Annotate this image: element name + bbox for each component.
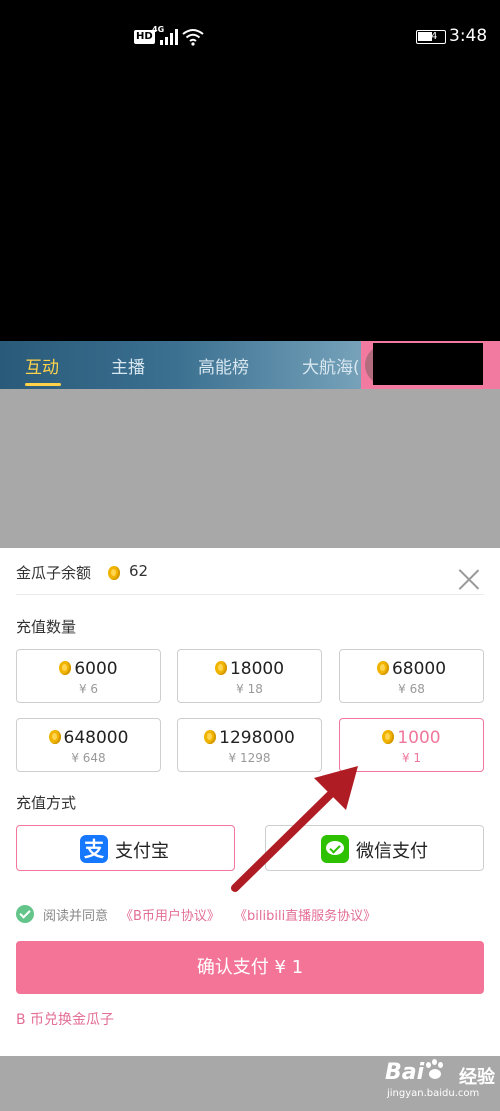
balance-value: 62: [129, 562, 149, 580]
recharge-option-18000[interactable]: 18000 ¥ 18: [177, 649, 322, 703]
dim-overlay[interactable]: [0, 389, 500, 548]
option-amount: 68000: [391, 659, 447, 679]
tab-interaction[interactable]: 互动: [25, 353, 59, 378]
alipay-option[interactable]: 支 支付宝: [16, 825, 235, 871]
recharge-option-6000[interactable]: 6000 ¥ 6: [16, 649, 161, 703]
wechat-pay-option[interactable]: 微信支付: [265, 825, 484, 871]
recharge-sheet: 金瓜子余额 62 充值数量 6000 ¥ 6 18000 ¥ 18 68000 …: [0, 548, 500, 1056]
baidu-paw-icon: [423, 1058, 447, 1082]
option-amount: 1000: [397, 728, 441, 748]
confirm-payment-button[interactable]: 确认支付 ¥ 1: [16, 941, 484, 994]
b-coin-agreement-link[interactable]: 《B币用户协议》: [120, 905, 220, 924]
battery-level: 54: [424, 31, 438, 42]
option-price: ¥ 648: [71, 751, 106, 765]
recharge-option-1000[interactable]: 1000 ¥ 1: [339, 718, 484, 772]
tab-active-indicator: [25, 383, 61, 386]
option-amount: 648000: [63, 728, 129, 748]
wechat-icon: [321, 835, 349, 863]
option-price: ¥ 18: [236, 682, 263, 696]
agreement-row: 阅读并同意 《B币用户协议》 《bilibili直播服务协议》: [16, 903, 486, 924]
option-amount: 1298000: [219, 728, 295, 748]
recharge-option-68000[interactable]: 68000 ¥ 68: [339, 649, 484, 703]
option-amount: 18000: [229, 659, 285, 679]
redacted-area: [373, 343, 483, 385]
option-price: ¥ 68: [398, 682, 425, 696]
option-price: ¥ 1298: [228, 751, 271, 765]
sheet-header: 金瓜子余额 62: [16, 548, 484, 595]
gold-seed-icon: [59, 661, 72, 675]
battery-icon: 54: [416, 30, 446, 44]
recharge-option-1298000[interactable]: 1298000 ¥ 1298: [177, 718, 322, 772]
close-button[interactable]: [458, 568, 480, 590]
tab-high-energy-rank[interactable]: 高能榜: [198, 353, 249, 378]
gold-seed-icon: [382, 730, 395, 744]
baidu-watermark: Bai 经验 jingyan.baidu.com: [385, 1058, 495, 1106]
b-coin-exchange-link[interactable]: B 币兑换金瓜子: [16, 1009, 114, 1029]
agree-checkbox[interactable]: [16, 905, 34, 923]
gold-seed-icon: [376, 661, 389, 675]
live-service-agreement-link[interactable]: 《bilibili直播服务协议》: [234, 905, 376, 924]
clock: 3:48: [449, 26, 488, 46]
wechat-pay-label: 微信支付: [356, 841, 428, 862]
tab-guard[interactable]: 大航海(: [302, 353, 360, 378]
alipay-label: 支付宝: [115, 841, 169, 862]
wifi-icon: [182, 29, 204, 46]
gold-seed-icon: [48, 730, 61, 744]
jingyan-text: 经验: [459, 1067, 495, 1088]
option-price: ¥ 1: [401, 751, 422, 765]
balance-label: 金瓜子余额: [16, 564, 92, 582]
gold-seed-icon: [214, 661, 227, 675]
option-price: ¥ 6: [78, 682, 99, 696]
agreement-text: 阅读并同意: [43, 909, 109, 924]
alipay-icon: 支: [80, 835, 108, 863]
status-bar: HD 4G 54 3:48: [0, 0, 500, 76]
room-tab-bar: 互动 主播 高能榜 大航海(: [0, 341, 500, 389]
gold-seed-icon: [204, 730, 217, 744]
live-video-player[interactable]: [0, 76, 500, 341]
option-amount: 6000: [74, 659, 118, 679]
baidu-logo-text: Bai: [385, 1060, 425, 1085]
watermark-url: jingyan.baidu.com: [387, 1088, 480, 1099]
tab-streamer[interactable]: 主播: [111, 353, 145, 378]
recharge-option-648000[interactable]: 648000 ¥ 648: [16, 718, 161, 772]
signal-icon: [160, 29, 180, 45]
quantity-label: 充值数量: [16, 618, 77, 636]
payment-method-label: 充值方式: [16, 794, 77, 812]
gold-seed-icon: [108, 566, 120, 580]
